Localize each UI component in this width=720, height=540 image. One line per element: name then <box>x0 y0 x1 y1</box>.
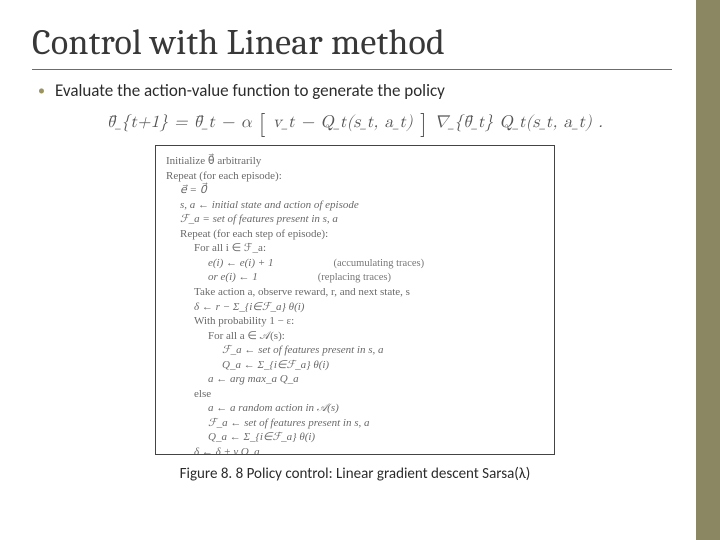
eq-theta-t1: θ⃗_{t+1} <box>107 114 168 131</box>
eq-minus2: − <box>301 114 315 131</box>
algo-line: or e(i) ← 1(replacing traces) <box>166 270 544 285</box>
algo-line: s, a ← initial state and action of episo… <box>166 198 544 213</box>
algo-line: Take action a, observe reward, r, and ne… <box>166 285 544 300</box>
algo-line: Q_a ← Σ_{i∈ℱ_a} θ(i) <box>166 430 544 445</box>
algo-line: a ← arg max_a Q_a <box>166 372 544 387</box>
eq-grad: ∇_{θ⃗_t} <box>434 114 494 131</box>
eq-Q2: Q_t(s_t, a_t) <box>499 114 592 131</box>
algo-line: For all i ∈ ℱ_a: <box>166 241 544 256</box>
side-accent-bar <box>696 0 720 540</box>
algo-line: else <box>166 387 544 402</box>
eq-dot: . <box>598 114 603 131</box>
figure-caption: Figure 8. 8 Policy control: Linear gradi… <box>32 465 678 483</box>
algo-line: ℱ_a ← set of features present in s, a <box>166 416 544 431</box>
eq-alpha: α <box>241 114 252 131</box>
eq-theta-t: θ⃗_t <box>194 114 215 131</box>
algo-line: Initialize θ⃗ arbitrarily <box>166 154 544 169</box>
algo-line: δ ← δ + γ Q_a <box>166 445 544 455</box>
algo-line: Repeat (for each step of episode): <box>166 227 544 242</box>
bullet-item: • Evaluate the action-value function to … <box>38 80 678 102</box>
algo-line: ℱ_a = set of features present in s, a <box>166 212 544 227</box>
eq-lbracket: [ <box>258 112 267 136</box>
eq-equals: = <box>174 114 188 131</box>
algo-line: ℱ_a ← set of features present in s, a <box>166 343 544 358</box>
bullet-text: Evaluate the action-value function to ge… <box>55 80 445 101</box>
page-title: Control with Linear method <box>32 22 678 63</box>
eq-Q: Q_t(s_t, a_t) <box>320 114 413 131</box>
algo-line: Repeat (for each episode): <box>166 169 544 184</box>
bullet-dot-icon: • <box>38 80 45 102</box>
algorithm-box: Initialize θ⃗ arbitrarily Repeat (for ea… <box>155 145 555 455</box>
eq-vt: v_t <box>273 114 295 131</box>
algorithm-container: Initialize θ⃗ arbitrarily Repeat (for ea… <box>32 145 678 455</box>
algo-line: e(i) ← e(i) + 1(accumulating traces) <box>166 256 544 271</box>
algo-line: δ ← r − Σ_{i∈ℱ_a} θ(i) <box>166 300 544 315</box>
algo-line: a ← a random action in 𝒜(s) <box>166 401 544 416</box>
eq-minus: − <box>221 114 235 131</box>
algo-line: For all a ∈ 𝒜(s): <box>166 329 544 344</box>
algo-line: e⃗ = 0⃗ <box>166 183 544 198</box>
update-equation: θ⃗_{t+1} = θ⃗_t − α [ v_t − Q_t(s_t, a_t… <box>32 110 678 139</box>
algo-line: With probability 1 − ε: <box>166 314 544 329</box>
slide-body: Control with Linear method • Evaluate th… <box>0 0 720 540</box>
eq-rbracket: ] <box>419 112 428 136</box>
algo-line: Q_a ← Σ_{i∈ℱ_a} θ(i) <box>166 358 544 373</box>
title-underline <box>32 69 672 70</box>
